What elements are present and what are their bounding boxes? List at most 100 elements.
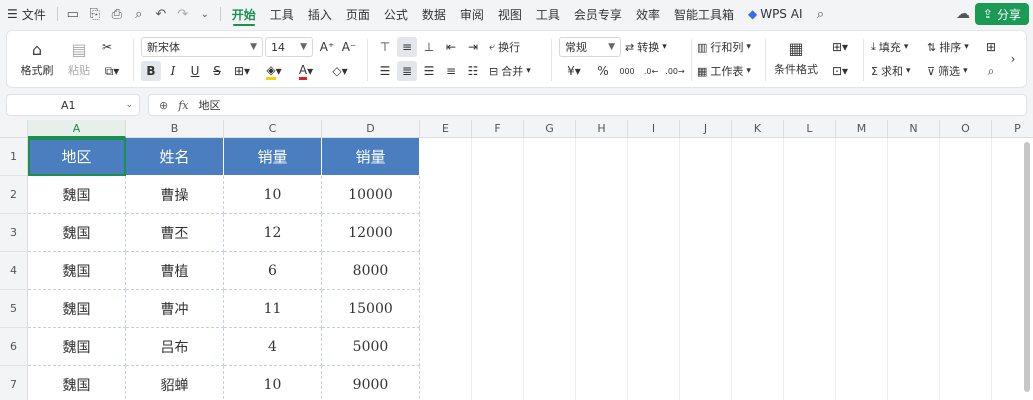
worksheet-button[interactable]: ▦ 工作表 ▾ — [697, 61, 751, 81]
underline-button[interactable]: U — [185, 61, 205, 81]
column-header[interactable]: M — [836, 120, 888, 138]
formula-input[interactable]: ⊕ fx 地区 — [148, 94, 1027, 116]
percent-button[interactable]: % — [593, 61, 613, 81]
border-icon[interactable]: ⊞▾ — [229, 61, 255, 81]
table-cell[interactable]: 5000 — [322, 328, 420, 366]
tab-page[interactable]: 页面 — [339, 0, 377, 28]
sum-button[interactable]: Σ 求和 ▾ — [871, 61, 910, 81]
chevron-right-icon[interactable]: › — [1003, 49, 1023, 69]
increase-font-icon[interactable]: A⁺ — [317, 37, 337, 57]
cloud-icon[interactable]: ☁ — [953, 4, 973, 24]
column-header[interactable]: G — [524, 120, 576, 138]
table-cell[interactable]: 曹丕 — [126, 214, 224, 252]
rows-cols-button[interactable]: ▥ 行和列 ▾ — [697, 37, 751, 57]
cut-icon[interactable]: ✂ — [97, 37, 117, 57]
italic-button[interactable]: I — [163, 61, 183, 81]
table-cell[interactable]: 魏国 — [28, 176, 126, 214]
format-painter-button[interactable]: ⌂ 格式刷 — [17, 37, 57, 81]
thousands-icon[interactable]: 000 — [617, 61, 637, 81]
table-cell[interactable]: 11 — [224, 290, 322, 328]
table-cell[interactable]: 魏国 — [28, 328, 126, 366]
column-header[interactable]: K — [732, 120, 784, 138]
convert-button[interactable]: ⇄ 转换 ▾ — [625, 37, 667, 57]
row-header[interactable]: 5 — [0, 290, 28, 328]
table-cell[interactable]: 4 — [224, 328, 322, 366]
table-cell[interactable]: 9000 — [322, 366, 420, 400]
tab-smart-toolbox[interactable]: 智能工具箱 — [667, 0, 741, 28]
font-name-select[interactable]: 新宋体 ▼ — [141, 37, 263, 57]
decrease-decimal-icon[interactable]: .00→ — [665, 61, 685, 81]
align-right-icon[interactable]: ☰ — [419, 61, 439, 81]
decrease-font-icon[interactable]: A⁻ — [339, 37, 359, 57]
filter-button[interactable]: ⊽ 筛选 ▾ — [927, 61, 968, 81]
align-bottom-icon[interactable]: ⊥ — [419, 37, 439, 57]
tab-data[interactable]: 数据 — [415, 0, 453, 28]
row-header[interactable]: 2 — [0, 176, 28, 214]
table-header-cell[interactable]: 销量 — [224, 138, 322, 176]
table-cell[interactable]: 15000 — [322, 290, 420, 328]
column-header[interactable]: A — [28, 120, 126, 138]
export-icon[interactable]: ⎘ — [84, 0, 106, 28]
vertical-scrollbar[interactable] — [1024, 142, 1030, 392]
column-header[interactable]: H — [576, 120, 628, 138]
fill-button[interactable]: ⤓ 填充 ▾ — [871, 37, 908, 57]
font-size-select[interactable]: 14 ▼ — [265, 37, 313, 57]
table-cell[interactable]: 魏国 — [28, 214, 126, 252]
name-box[interactable]: A1 ⌄ — [6, 94, 140, 116]
share-button[interactable]: ⇪ 分享 — [974, 3, 1029, 25]
redo-icon[interactable]: ↷ — [172, 0, 194, 28]
increase-decimal-icon[interactable]: .0← — [641, 61, 661, 81]
row-header[interactable]: 1 — [0, 138, 28, 176]
column-header[interactable]: J — [680, 120, 732, 138]
tab-efficiency[interactable]: 效率 — [629, 0, 667, 28]
distribute-icon[interactable]: ☷ — [463, 61, 483, 81]
table-cell[interactable]: 魏国 — [28, 252, 126, 290]
table-cell[interactable]: 10 — [224, 176, 322, 214]
tab-view[interactable]: 视图 — [491, 0, 529, 28]
freeze-icon[interactable]: ⊞ — [981, 37, 1001, 57]
find-icon[interactable]: ⌕ — [981, 61, 1001, 81]
table-cell[interactable]: 曹冲 — [126, 290, 224, 328]
preview-icon[interactable]: ⌕ — [128, 0, 150, 28]
undo-icon[interactable]: ↶ — [150, 0, 172, 28]
column-header[interactable]: N — [888, 120, 940, 138]
align-center-icon[interactable]: ≣ — [397, 61, 417, 81]
tab-review[interactable]: 审阅 — [453, 0, 491, 28]
conditional-format-button[interactable]: ▦ 条件格式 — [769, 35, 823, 81]
table-cell[interactable]: 12 — [224, 214, 322, 252]
clear-format-icon[interactable]: ◇▾ — [327, 61, 353, 81]
table-cell[interactable]: 10 — [224, 366, 322, 400]
wps-ai-button[interactable]: ◆ WPS AI — [741, 0, 810, 28]
paste-button[interactable]: ▤ 粘贴 — [59, 37, 99, 81]
table-cell[interactable]: 6 — [224, 252, 322, 290]
table-cell[interactable]: 魏国 — [28, 366, 126, 400]
tab-home[interactable]: 开始 — [225, 0, 263, 28]
sort-button[interactable]: ⇅ 排序 ▾ — [927, 37, 969, 57]
search-icon[interactable]: ⌕ — [809, 0, 831, 28]
tab-formula[interactable]: 公式 — [377, 0, 415, 28]
indent-increase-icon[interactable]: ⇥ — [463, 37, 483, 57]
cell-style-icon[interactable]: ⊡▾ — [827, 61, 853, 81]
chevron-down-icon[interactable]: ⌄ — [194, 0, 216, 28]
column-header[interactable]: D — [322, 120, 420, 138]
strikethrough-icon[interactable]: S̶ — [207, 61, 227, 81]
table-cell[interactable]: 曹操 — [126, 176, 224, 214]
number-format-select[interactable]: 常规 ▼ — [559, 37, 621, 57]
row-header[interactable]: 3 — [0, 214, 28, 252]
tab-tools[interactable]: 工具 — [263, 0, 301, 28]
select-all-corner[interactable] — [0, 120, 28, 138]
column-header[interactable]: F — [472, 120, 524, 138]
table-cell[interactable]: 吕布 — [126, 328, 224, 366]
align-middle-icon[interactable]: ≡ — [397, 37, 417, 57]
table-cell[interactable]: 8000 — [322, 252, 420, 290]
align-top-icon[interactable]: ⊤ — [375, 37, 395, 57]
justify-icon[interactable]: ≡ — [441, 61, 461, 81]
file-menu[interactable]: ☰ 文件 — [0, 0, 53, 28]
fill-color-icon[interactable]: ◈ ▾ — [261, 61, 287, 81]
currency-button[interactable]: ¥ ▾ — [561, 61, 587, 81]
column-header[interactable]: C — [224, 120, 322, 138]
fx-icon[interactable]: fx — [178, 99, 188, 112]
table-cell[interactable]: 魏国 — [28, 290, 126, 328]
column-header[interactable]: B — [126, 120, 224, 138]
table-style-icon[interactable]: ⊞▾ — [827, 37, 853, 57]
